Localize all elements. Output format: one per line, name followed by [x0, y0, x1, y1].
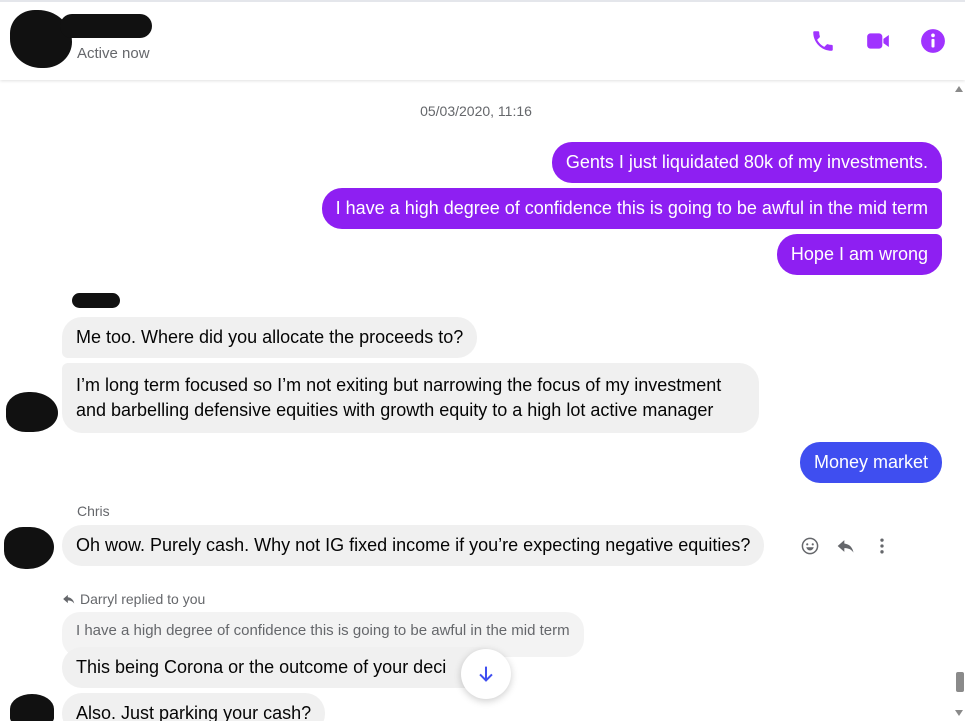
- arrow-down-icon: [479, 666, 493, 682]
- smiley-icon[interactable]: [799, 535, 821, 557]
- scrollbar[interactable]: [953, 82, 965, 721]
- more-vertical-icon[interactable]: [871, 535, 893, 557]
- incoming-message[interactable]: Oh wow. Purely cash. Why not IG fixed in…: [62, 525, 765, 566]
- avatar[interactable]: [4, 527, 54, 569]
- reply-arrow-icon[interactable]: [835, 535, 857, 557]
- incoming-message[interactable]: Me too. Where did you allocate the proce…: [62, 317, 478, 358]
- avatar[interactable]: [6, 392, 58, 432]
- scroll-to-bottom-button[interactable]: [461, 649, 511, 699]
- reply-indicator-text: Darryl replied to you: [80, 591, 206, 607]
- sender-name: Chris: [77, 503, 110, 519]
- reply-arrow-icon: [63, 594, 75, 604]
- top-divider: [0, 0, 965, 2]
- info-icon[interactable]: [918, 26, 948, 56]
- outgoing-message[interactable]: Money market: [799, 442, 942, 483]
- video-camera-icon[interactable]: [863, 26, 893, 56]
- redacted-sender-name: [72, 293, 120, 308]
- message-actions: [799, 535, 893, 557]
- incoming-message[interactable]: Also. Just parking your cash?: [62, 693, 326, 721]
- scroll-up-arrow[interactable]: [955, 86, 963, 92]
- avatar[interactable]: [10, 694, 54, 721]
- active-status: Active now: [77, 45, 150, 62]
- incoming-message[interactable]: This being Corona or the outcome of your…: [62, 647, 501, 688]
- scroll-down-arrow[interactable]: [955, 710, 963, 716]
- reply-indicator: Darryl replied to you: [62, 591, 205, 607]
- redacted-name: [60, 14, 152, 38]
- outgoing-message[interactable]: Hope I am wrong: [776, 234, 942, 275]
- incoming-message-line: and barbelling defensive equities with g…: [76, 400, 714, 420]
- phone-icon[interactable]: [808, 26, 838, 56]
- chat-header: Active now: [0, 0, 965, 80]
- scroll-thumb[interactable]: [956, 672, 964, 692]
- incoming-message-line: I’m long term focused so I’m not exiting…: [76, 375, 722, 395]
- message-timestamp: 05/03/2020, 11:16: [420, 103, 532, 119]
- outgoing-message[interactable]: Gents I just liquidated 80k of my invest…: [551, 142, 942, 183]
- outgoing-message[interactable]: I have a high degree of confidence this …: [321, 188, 942, 229]
- incoming-message[interactable]: I’m long term focused so I’m not exiting…: [62, 363, 760, 433]
